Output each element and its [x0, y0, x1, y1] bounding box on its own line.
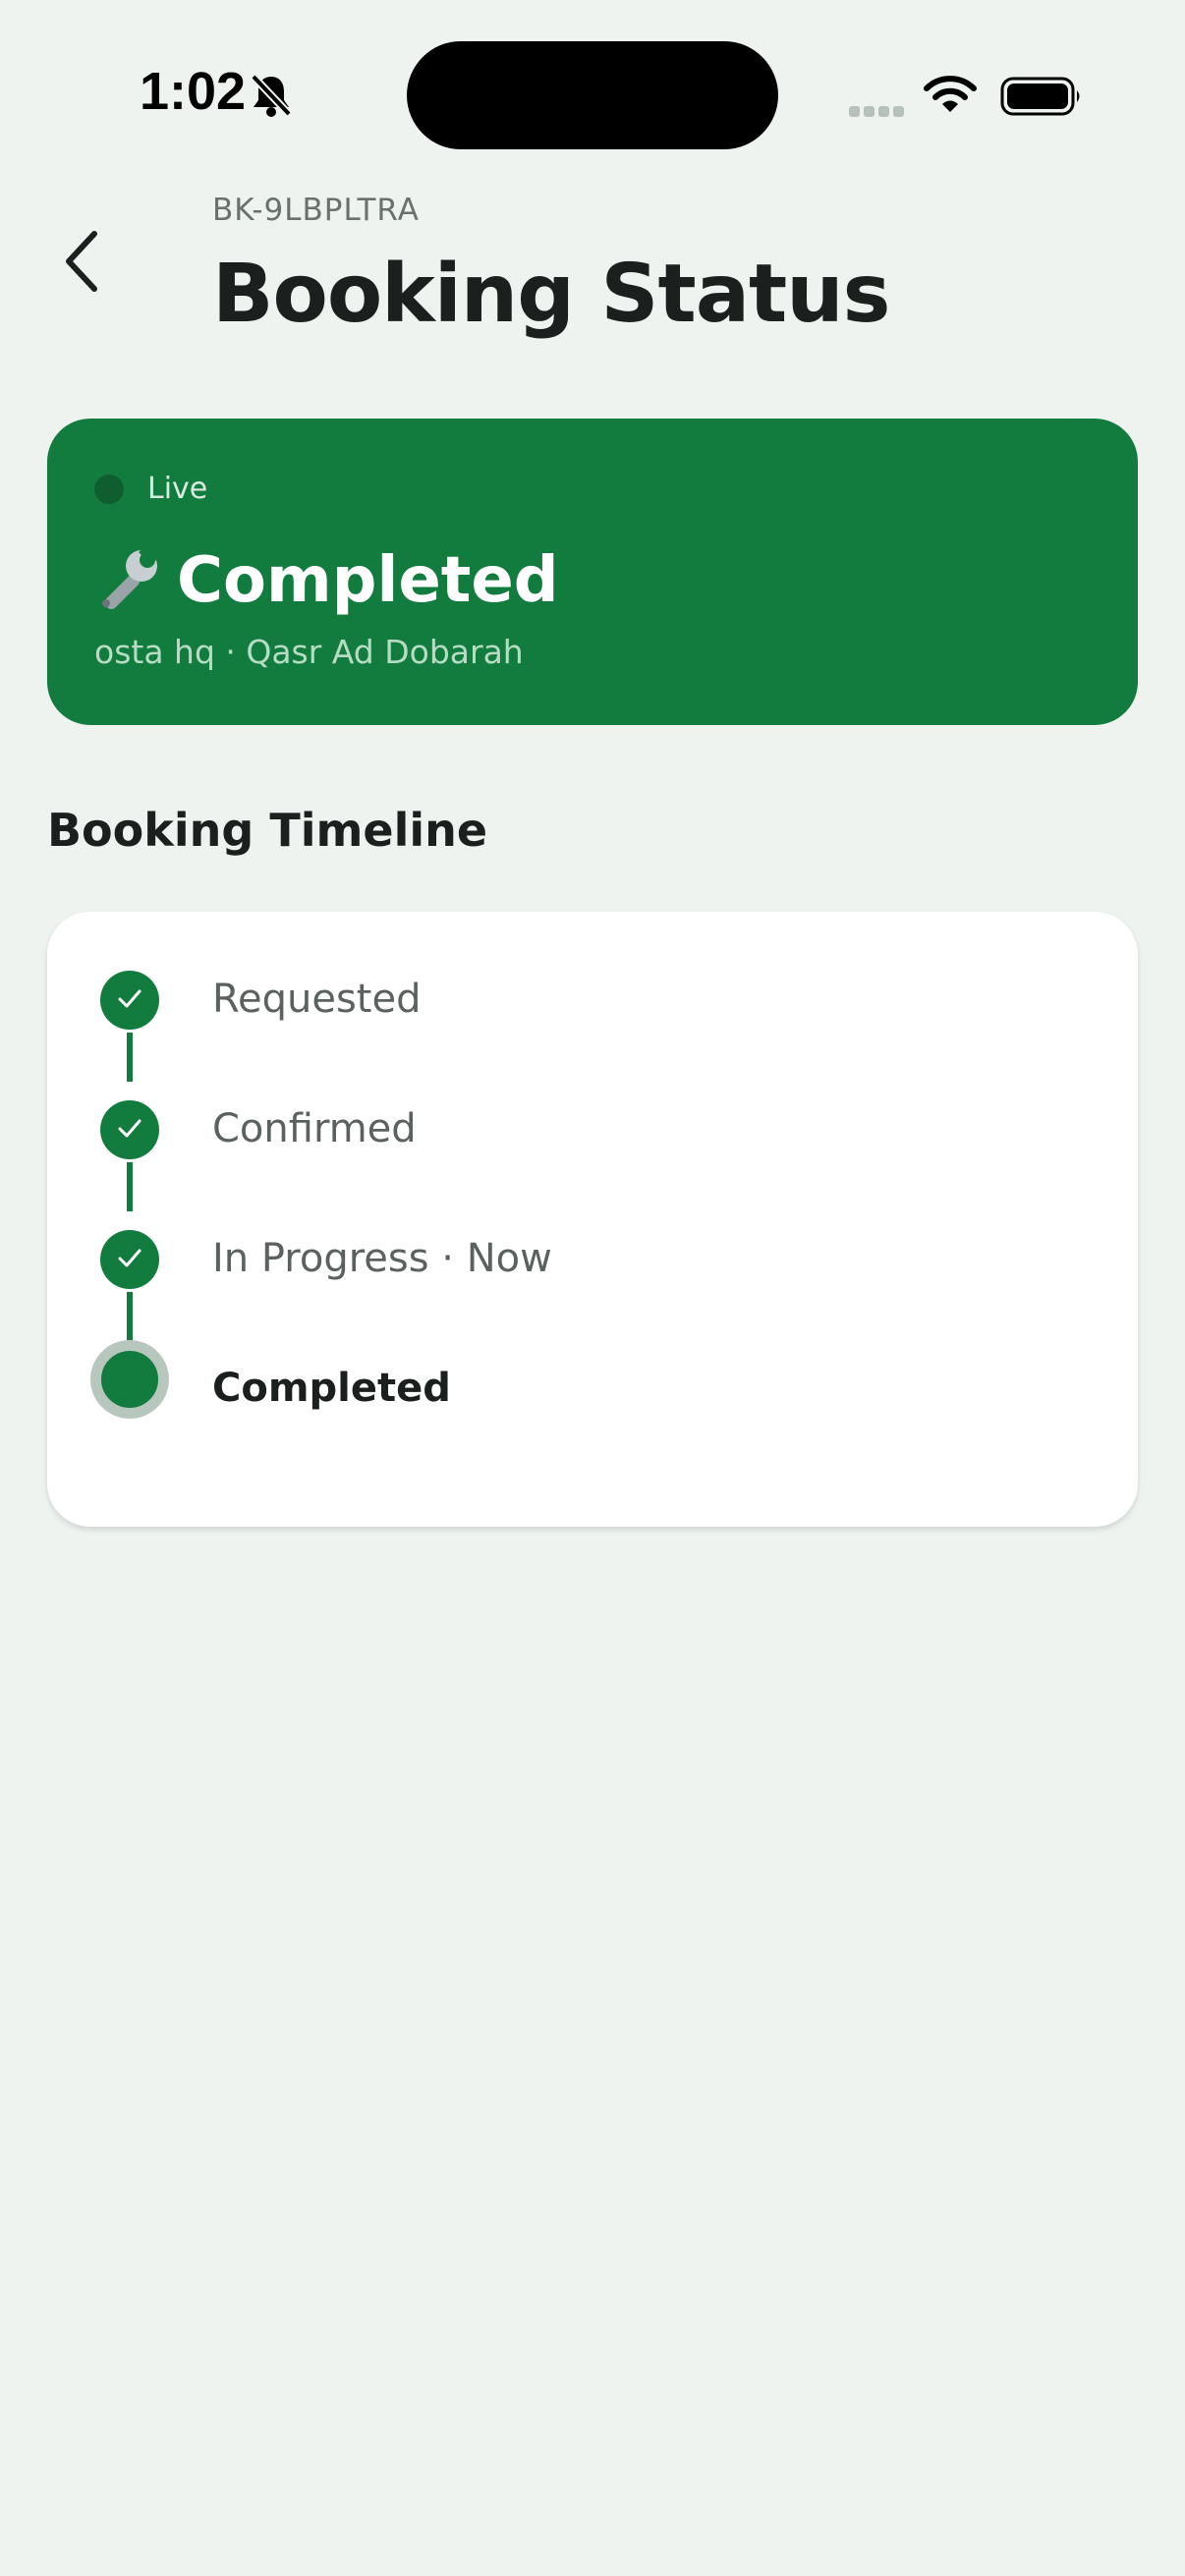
- status-title: Completed: [177, 544, 559, 617]
- bell-slash-icon: [250, 73, 293, 122]
- wifi-icon: [924, 75, 977, 118]
- step-complete-dot: [100, 971, 159, 1030]
- battery-icon: [1000, 77, 1083, 120]
- cellular-signal-icon: [849, 102, 908, 121]
- timeline-step-completed: Completed: [47, 1340, 1138, 1419]
- step-label: Confirmed: [212, 1106, 417, 1151]
- timeline-step-in-progress: In Progress · Now: [47, 1220, 1138, 1299]
- live-indicator-dot: [94, 475, 124, 504]
- step-complete-dot: [100, 1230, 159, 1289]
- check-icon: [116, 984, 143, 1016]
- timeline-connector: [127, 1162, 133, 1211]
- timeline-card: Requested Confirmed In Progress · Now Co…: [47, 912, 1138, 1527]
- status-bar: 1:02: [0, 0, 1185, 187]
- step-label: Completed: [212, 1366, 451, 1411]
- back-button[interactable]: [55, 228, 110, 299]
- timeline-heading: Booking Timeline: [47, 804, 488, 857]
- step-complete-dot: [100, 1100, 159, 1159]
- page-title: Booking Status: [212, 248, 890, 341]
- step-current-dot: [90, 1340, 169, 1419]
- timeline-connector: [127, 1033, 133, 1082]
- check-icon: [116, 1244, 143, 1275]
- booking-id: BK-9LBPLTRA: [212, 193, 420, 228]
- status-location: osta hq · Qasr Ad Dobarah: [94, 633, 524, 671]
- step-label: In Progress · Now: [212, 1236, 552, 1281]
- status-card: Live Completed osta hq · Qasr Ad Dobarah: [47, 419, 1138, 725]
- chevron-left-icon: [63, 230, 102, 297]
- status-time: 1:02: [140, 62, 247, 121]
- timeline-step-requested: Requested: [47, 961, 1138, 1039]
- live-label: Live: [147, 472, 208, 506]
- check-icon: [116, 1114, 143, 1146]
- step-label: Requested: [212, 977, 422, 1022]
- timeline-step-confirmed: Confirmed: [47, 1091, 1138, 1169]
- wrench-icon: [92, 545, 161, 621]
- timeline-connector: [127, 1292, 133, 1341]
- dynamic-island: [407, 41, 778, 149]
